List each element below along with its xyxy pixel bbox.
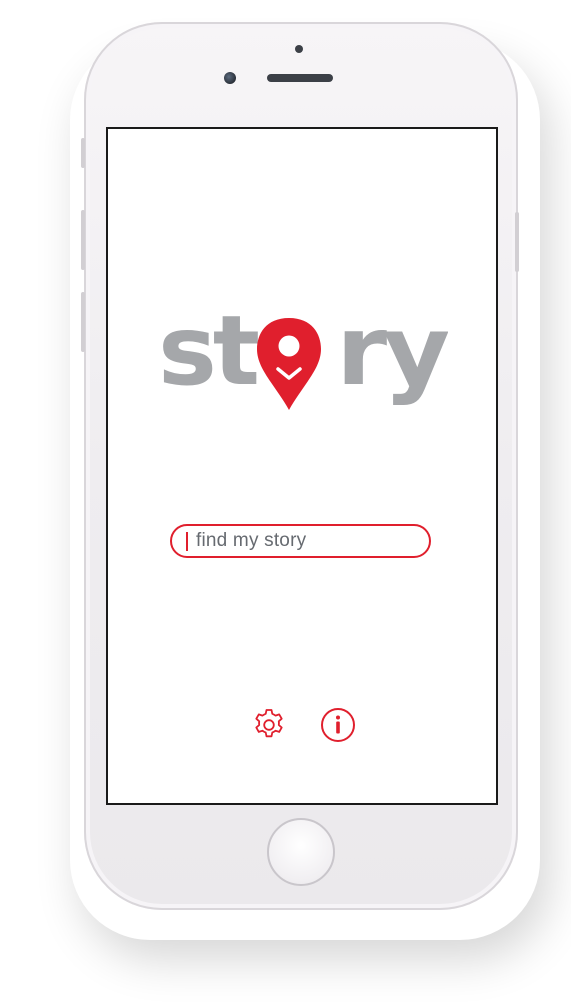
mute-switch <box>81 138 85 168</box>
info-button[interactable] <box>319 706 357 744</box>
logo-text-ry: ry <box>336 301 448 407</box>
logo-text-st: st <box>158 301 258 407</box>
proximity-sensor <box>295 45 303 53</box>
search-placeholder: find my story <box>196 530 307 551</box>
device-mockup: st ry find my story <box>0 0 571 1005</box>
volume-up-button <box>81 210 85 270</box>
search-input[interactable]: find my story <box>170 524 431 558</box>
gear-icon <box>255 709 283 738</box>
earpiece-speaker <box>267 74 333 82</box>
power-button <box>515 212 519 272</box>
home-button[interactable] <box>267 818 335 886</box>
volume-down-button <box>81 292 85 352</box>
text-cursor <box>186 531 188 551</box>
app-screen: st ry find my story <box>106 127 498 805</box>
settings-button[interactable] <box>250 706 288 744</box>
front-camera <box>224 72 236 84</box>
map-pin-icon <box>257 318 321 410</box>
info-icon <box>321 708 355 742</box>
story-logo: st ry <box>158 301 448 410</box>
